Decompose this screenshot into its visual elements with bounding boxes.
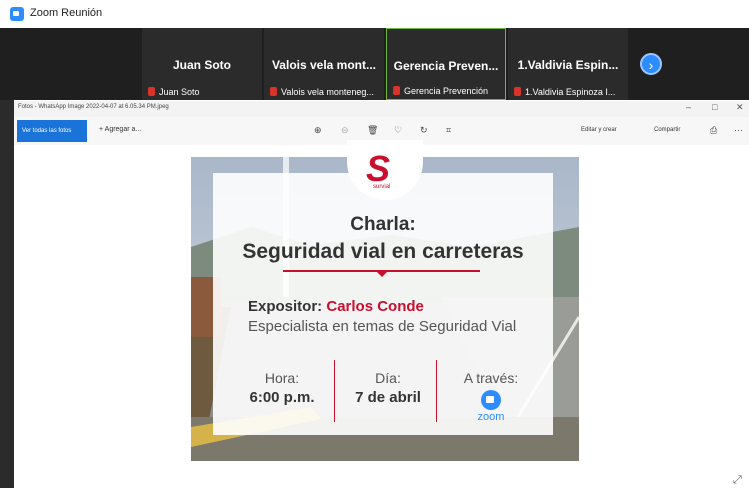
photos-title-bar: Fotos - WhatsApp Image 2022-04-07 at 6.0… (14, 101, 749, 117)
delete-icon[interactable]: 🗑 (367, 125, 378, 136)
maximize-button[interactable]: □ (712, 102, 717, 112)
expand-icon[interactable]: ⤢ (733, 474, 742, 487)
participant-strip: Juan Soto Juan Soto Valois vela mont... … (0, 28, 749, 100)
photos-window-title: Fotos - WhatsApp Image 2022-04-07 at 6.0… (18, 104, 169, 110)
zoom-title-bar: Zoom Reunión (0, 0, 749, 29)
speaker-role: Especialista en temas de Seguridad Vial (248, 318, 517, 335)
more-icon[interactable]: ⋯ (734, 125, 743, 136)
day-label: Día: (375, 370, 401, 386)
zoom-in-icon[interactable]: ⊕ (314, 125, 322, 136)
via-label: A través: (463, 370, 519, 386)
participant-name: Juan Soto (172, 58, 231, 72)
participant-tile[interactable]: Valois vela mont... Valois vela monteneg… (264, 28, 384, 100)
hour-value: 6:00 p.m. (249, 389, 315, 406)
participant-label: Valois vela monteneg... (270, 87, 382, 97)
muted-mic-icon (270, 87, 277, 96)
column-divider (334, 360, 335, 422)
muted-mic-icon (148, 87, 155, 96)
speaker-name: Carlos Conde (326, 298, 424, 315)
add-to-button[interactable]: + Agregar a... (99, 126, 141, 133)
participant-tile[interactable]: 1.Valdivia Espin... 1.Valdivia Espinoza … (508, 28, 628, 100)
see-all-photos-button[interactable]: Ver todas las fotos (17, 120, 87, 142)
participant-name: Valois vela mont... (271, 58, 377, 72)
hour-label: Hora: (264, 370, 300, 386)
favorite-icon[interactable]: ♡ (394, 125, 402, 136)
rotate-icon[interactable]: ↻ (420, 125, 428, 136)
muted-mic-icon (393, 86, 400, 95)
speaker: Expositor: Carlos Conde (248, 298, 424, 315)
muted-mic-icon (514, 87, 521, 96)
participant-name: 1.Valdivia Espin... (517, 58, 619, 72)
brand-name: survial (373, 184, 391, 190)
poster-subtitle: Seguridad vial en carreteras (242, 240, 524, 263)
poster-title: Charla: (350, 214, 416, 235)
minimize-button[interactable]: – (686, 102, 691, 112)
underline-notch (375, 270, 389, 277)
participant-name: Gerencia Preven... (393, 59, 499, 73)
print-icon[interactable]: ⎙ (710, 125, 717, 136)
zoom-wordmark: zoom (477, 411, 505, 423)
next-participants-button[interactable]: › (640, 53, 662, 75)
zoom-camera-icon (481, 390, 501, 410)
zoom-out-icon[interactable]: ⊖ (341, 125, 349, 136)
window-title: Zoom Reunión (30, 7, 103, 19)
participant-tile[interactable]: Juan Soto Juan Soto (142, 28, 262, 100)
share-button[interactable]: Compartir (654, 127, 680, 133)
participant-label: 1.Valdivia Espinoza I... (514, 87, 626, 97)
participant-tile-active[interactable]: Gerencia Preven... Gerencia Prevención (386, 28, 506, 100)
day-value: 7 de abril (355, 389, 421, 406)
crop-icon[interactable]: ⌗ (446, 125, 451, 136)
zoom-logo-icon (10, 7, 24, 21)
edit-create-button[interactable]: Editar y crear (581, 127, 617, 133)
speaker-label: Expositor: (248, 298, 323, 315)
close-button[interactable]: ✕ (736, 102, 744, 113)
participant-label: Juan Soto (148, 87, 260, 97)
participant-label: Gerencia Prevención (393, 86, 503, 96)
left-edge (0, 100, 14, 488)
